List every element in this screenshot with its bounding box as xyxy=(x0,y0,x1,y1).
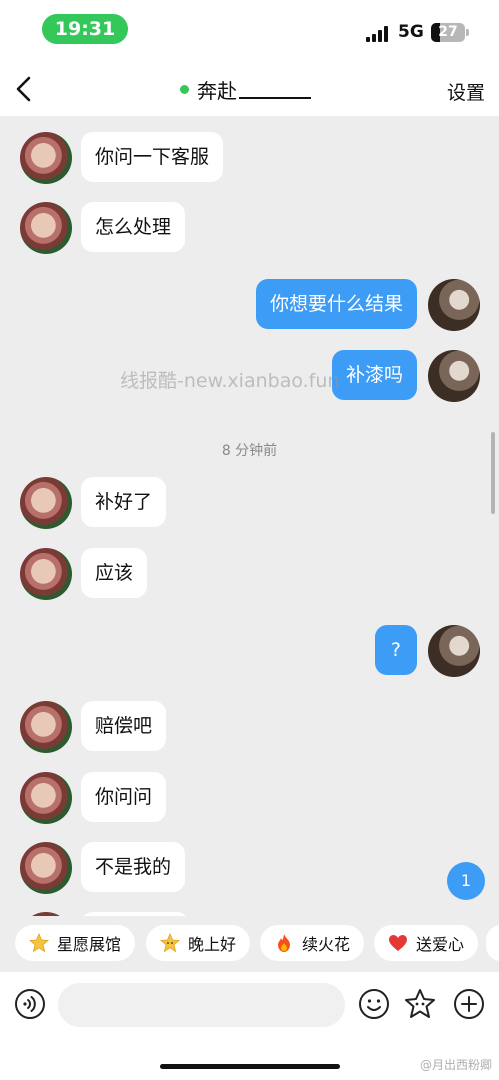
avatar[interactable] xyxy=(20,132,72,184)
message-row: 你想要什么结果 xyxy=(0,279,499,331)
message-bubble[interactable]: 应该 xyxy=(81,548,148,598)
message-row: 不是我的 xyxy=(0,842,499,894)
name-underline xyxy=(239,79,311,99)
message-bubble[interactable]: ? xyxy=(374,625,417,675)
avatar[interactable] xyxy=(20,772,72,824)
nav-bar: 奔赴 设置 xyxy=(0,62,499,116)
star-face-icon xyxy=(160,933,180,953)
battery-icon: 27 xyxy=(431,23,469,42)
quick-reply-send-heart[interactable]: 送爱心 xyxy=(374,925,479,961)
contact-name: 奔赴 xyxy=(197,78,237,103)
home-indicator xyxy=(160,1064,340,1069)
scrollbar[interactable] xyxy=(491,432,495,514)
back-button[interactable] xyxy=(10,72,40,106)
message-row: 怎么处理 xyxy=(0,202,499,254)
star-icon xyxy=(29,933,49,953)
message-row: 补好了 xyxy=(0,477,499,529)
quick-reply-label: 星愿展馆 xyxy=(57,935,122,954)
message-bubble[interactable]: 你问一下客服 xyxy=(81,132,224,182)
message-input[interactable] xyxy=(58,983,345,1027)
message-row: ? xyxy=(0,625,499,677)
message-row: 赔偿吧 xyxy=(0,701,499,753)
plus-icon xyxy=(454,989,484,1019)
status-time: 19:31 xyxy=(42,14,128,44)
unread-count-badge[interactable]: 1 xyxy=(447,862,485,900)
quick-reply-good-evening[interactable]: 晚上好 xyxy=(146,925,251,961)
avatar[interactable] xyxy=(428,625,480,677)
heart-icon xyxy=(389,935,407,951)
emoji-icon xyxy=(359,989,389,1019)
avatar[interactable] xyxy=(428,279,480,331)
sticker-star-icon xyxy=(405,989,435,1018)
message-row: 你问一下客服 xyxy=(0,132,499,184)
avatar[interactable] xyxy=(428,350,480,402)
timestamp: 8 分钟前 xyxy=(221,443,278,459)
message-bubble[interactable]: 补漆吗 xyxy=(331,350,417,400)
voice-icon xyxy=(15,989,45,1019)
online-status-dot xyxy=(180,84,189,94)
message-bubble[interactable]: 补好了 xyxy=(81,477,167,527)
message-bubble[interactable]: 你想要什么结果 xyxy=(255,279,417,329)
battery-level: 27 xyxy=(438,24,458,40)
quick-reply-label: 续火花 xyxy=(302,935,351,954)
quick-reply-star-gallery[interactable]: 星愿展馆 xyxy=(15,925,136,961)
avatar[interactable] xyxy=(20,202,72,254)
avatar[interactable] xyxy=(20,548,72,600)
avatar[interactable] xyxy=(20,701,72,753)
quick-reply-label: 送爱心 xyxy=(416,935,465,954)
message-bubble[interactable]: 赔偿吧 xyxy=(81,701,167,751)
fire-icon xyxy=(278,934,290,952)
message-bubble[interactable]: 怎么处理 xyxy=(81,202,186,252)
message-row: 应该 xyxy=(0,548,499,600)
quick-reply-label: 晚上好 xyxy=(188,935,237,954)
chevron-left-icon xyxy=(16,76,31,102)
quick-reply-more[interactable] xyxy=(486,925,499,961)
message-bubble[interactable]: 不是我的 xyxy=(81,842,186,892)
quick-reply-bar: 星愿展馆 晚上好 续火花 送爱心 xyxy=(0,916,499,972)
avatar[interactable] xyxy=(20,842,72,894)
emoji-button[interactable] xyxy=(358,988,390,1020)
chat-title: 奔赴 xyxy=(180,74,311,104)
message-list[interactable]: 你问一下客服 怎么处理 你想要什么结果 补漆吗 线报酷-new.xianbao.… xyxy=(0,116,499,916)
status-bar: 19:31 5G 27 xyxy=(0,0,499,62)
voice-button[interactable] xyxy=(14,988,46,1020)
avatar[interactable] xyxy=(20,477,72,529)
quick-reply-streak[interactable]: 续火花 xyxy=(260,925,365,961)
message-row: 你问问 xyxy=(0,772,499,824)
watermark-text: 线报酷-new.xianbao.fun xyxy=(120,370,340,392)
message-bubble[interactable]: 你问问 xyxy=(81,772,167,822)
more-actions-button[interactable] xyxy=(453,988,485,1020)
settings-button[interactable]: 设置 xyxy=(447,78,485,105)
corner-watermark: @月出西粉卿 xyxy=(420,1058,493,1072)
input-bar xyxy=(0,972,499,1036)
network-type: 5G xyxy=(398,22,424,42)
sticker-button[interactable] xyxy=(404,988,436,1020)
signal-icon xyxy=(366,26,390,42)
